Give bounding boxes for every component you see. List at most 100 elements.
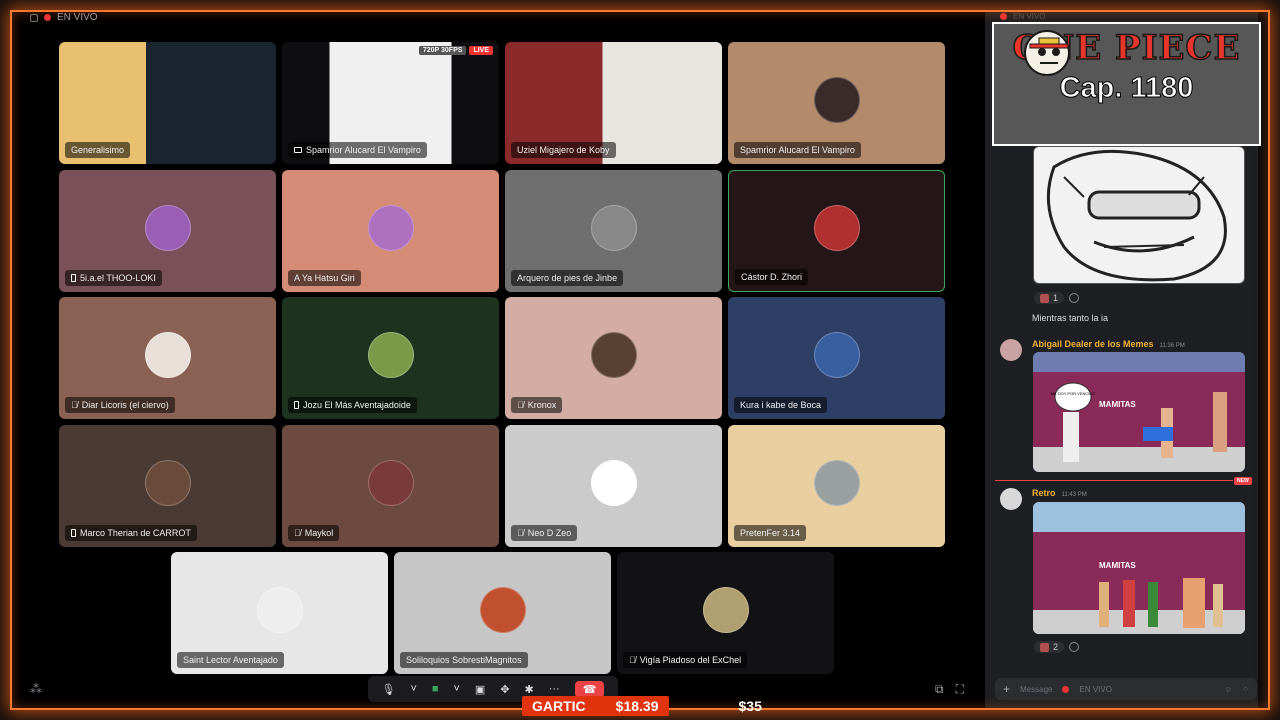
participant-name: Saint Lector Aventajado	[183, 655, 278, 665]
emoji-icon	[1040, 293, 1049, 303]
phone-icon	[71, 529, 76, 537]
chat-image-meme[interactable]: ME DOY POR VENCIDO MAMITAS	[1033, 352, 1245, 472]
chat-image-manga[interactable]	[1033, 146, 1245, 284]
reaction-count: 2	[1053, 642, 1059, 652]
speaker-icon	[30, 13, 38, 22]
message-timestamp: 11:36 PM	[1159, 343, 1185, 349]
participant-name-label: 🎙̸ Maykol	[288, 525, 340, 541]
new-messages-divider	[995, 480, 1233, 481]
emoji-picker-icon[interactable]: ☺	[1224, 685, 1232, 694]
activity-icon[interactable]: ⁂	[30, 682, 42, 696]
chat-input[interactable]: + Message EN VIVO ☺ ⁘	[995, 678, 1257, 700]
participant-tile[interactable]: Spamrior Alucard El Vampiro	[728, 42, 945, 164]
participant-tile[interactable]: Saint Lector Aventajado	[171, 552, 388, 674]
new-badge: NEW	[1234, 477, 1252, 485]
pop-out-icon[interactable]: ⧉	[935, 682, 944, 697]
avatar[interactable]	[1000, 339, 1022, 361]
participant-tile[interactable]: Kura i kabe de Boca	[728, 297, 945, 419]
participant-tile[interactable]: 🎙̸ Diar Licoris (el ciervo)	[59, 297, 276, 419]
message-text: Mientras tanto la ia	[1032, 313, 1109, 323]
fullscreen-icon[interactable]: ⛶	[956, 682, 964, 697]
stream-badge: 720P 30FPS LIVE	[418, 46, 493, 55]
camera-icon[interactable]: ■	[432, 683, 439, 695]
participant-name: A Ya Hatsu Giri	[294, 273, 355, 283]
participant-name-label: 🎙̸ Vigía Piadoso del ExChel	[623, 652, 748, 668]
participant-tile[interactable]: 🎙̸ Neo D Zeo	[505, 425, 722, 547]
participant-name-label: Spamrior Alucard El Vampiro	[734, 142, 861, 158]
participant-tile[interactable]: Jozu El Más Aventajadoide	[282, 297, 499, 419]
avatar	[813, 332, 860, 378]
one-piece-banner: ONE PIECE Cap. 1180	[992, 22, 1261, 146]
participant-name-label: PretenFer 3.14	[734, 525, 807, 541]
jolly-roger-icon	[1024, 30, 1070, 76]
gartic-title: GARTIC	[532, 698, 586, 714]
message-username[interactable]: Abigail Dealer de los Memes	[1032, 339, 1154, 349]
stream-quality: 720P 30FPS	[418, 46, 467, 55]
reaction-pill[interactable]: 2	[1034, 641, 1065, 653]
reaction-count: 1	[1053, 293, 1059, 303]
participant-name: Kura i kabe de Boca	[740, 400, 822, 410]
participant-name: Diar Licoris (el ciervo)	[81, 400, 169, 410]
avatar	[702, 587, 749, 633]
participant-tile[interactable]: 🎙̸ Vigía Piadoso del ExChel	[617, 552, 834, 674]
participant-name-label: Arquero de pies de Jinbe	[511, 270, 624, 286]
avatar	[813, 77, 860, 123]
participant-name-label: Jozu El Más Aventajadoide	[288, 397, 417, 413]
muted-mic-icon: 🎙̸	[517, 528, 524, 538]
participant-tile[interactable]: Marco Therian de CARROT	[59, 425, 276, 547]
donation-overlay: GARTIC $18.39 $35	[522, 695, 762, 717]
more-options-icon[interactable]: ···	[549, 683, 560, 695]
participant-name: Arquero de pies de Jinbe	[517, 273, 618, 283]
activities-icon[interactable]: ✥	[500, 683, 509, 696]
muted-mic-icon: 🎙̸	[71, 400, 78, 410]
muted-mic-icon: 🎙̸	[629, 655, 636, 665]
sidebar-top-status: EN VIVO	[1000, 12, 1045, 21]
participant-tile[interactable]: Cástor D. Zhori	[728, 170, 945, 292]
participant-tile[interactable]: Soliloquios SobrestiMagnitos	[394, 552, 611, 674]
participant-tile[interactable]: A Ya Hatsu Giri	[282, 170, 499, 292]
chat-image-meme[interactable]: MAMITAS	[1033, 502, 1245, 634]
participant-tile[interactable]: 🎙̸ Kronox	[505, 297, 722, 419]
participant-tile[interactable]: Arquero de pies de Jinbe	[505, 170, 722, 292]
avatar[interactable]	[1000, 488, 1022, 510]
participant-tile[interactable]: PretenFer 3.14	[728, 425, 945, 547]
plus-icon[interactable]: +	[1003, 682, 1010, 696]
live-dot-icon	[1062, 685, 1070, 693]
meme-sign-text: MAMITAS	[1099, 561, 1136, 570]
participant-name: Kronox	[527, 400, 557, 410]
participant-tile[interactable]: 5i.a.el THOO-LOKI	[59, 170, 276, 292]
avatar	[479, 587, 526, 633]
participant-name-label: Spamrior Alucard El Vampiro	[288, 142, 427, 158]
participant-name: Marco Therian de CARROT	[80, 528, 191, 538]
avatar	[367, 460, 414, 506]
chevron-down-icon[interactable]: ˅	[410, 683, 416, 695]
apps-icon[interactable]: ⁘	[1242, 685, 1249, 694]
live-indicator: EN VIVO	[30, 12, 98, 23]
microphone-icon[interactable]: 🎙	[381, 683, 395, 696]
add-reaction-icon[interactable]	[1069, 293, 1080, 303]
sidebar-live-label: EN VIVO	[1013, 12, 1046, 21]
add-reaction-icon[interactable]	[1069, 642, 1080, 652]
screen-share-icon[interactable]: ▣	[475, 683, 485, 696]
soundboard-icon[interactable]: ✱	[525, 683, 534, 696]
phone-icon	[71, 274, 76, 282]
goal-amount: $35	[738, 698, 762, 714]
chevron-down-icon[interactable]: ˅	[454, 683, 460, 695]
input-placeholder: Message	[1020, 684, 1053, 694]
participant-tile[interactable]: Uziel Migajero de Koby	[505, 42, 722, 164]
participant-tile[interactable]: 🎙̸ Maykol	[282, 425, 499, 547]
emoji-icon	[1040, 642, 1049, 652]
message-username[interactable]: Retro	[1032, 488, 1056, 498]
phone-icon	[294, 401, 299, 409]
participant-name: Jozu El Más Aventajadoide	[303, 400, 411, 410]
participant-name-label: Cástor D. Zhori	[735, 269, 809, 285]
reaction-row: 2	[1034, 641, 1080, 653]
participant-name: Cástor D. Zhori	[741, 272, 803, 282]
gartic-goal-bar: GARTIC $18.39	[522, 696, 669, 716]
participant-name: Maykol	[304, 528, 334, 538]
reaction-pill[interactable]: 1	[1034, 292, 1065, 304]
participant-tile[interactable]: 720P 30FPS LIVE Spamrior Alucard El Vampir…	[282, 42, 499, 164]
gartic-amount: $18.39	[615, 698, 659, 714]
live-dot-icon	[1000, 13, 1007, 20]
participant-tile[interactable]: Generalisimo	[59, 42, 276, 164]
